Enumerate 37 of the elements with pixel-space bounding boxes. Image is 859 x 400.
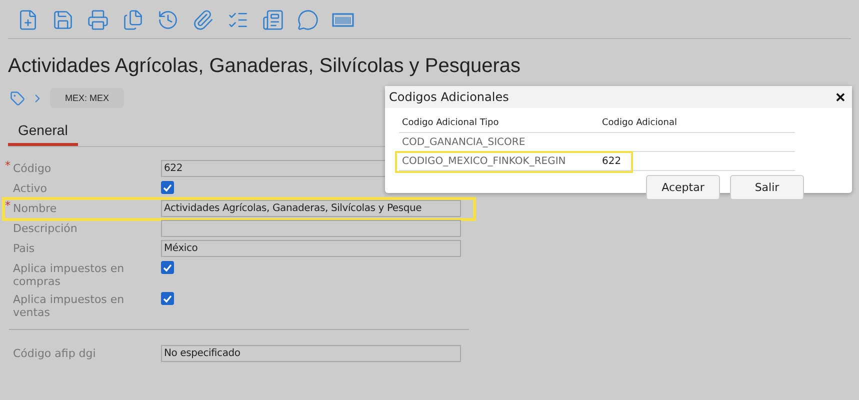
history-button[interactable] <box>156 8 180 32</box>
required-mark: * <box>5 159 10 172</box>
table-cell-text: COD_GANANCIA_SICORE <box>401 136 526 148</box>
required-mark: * <box>5 199 10 212</box>
text-field[interactable]: Actividades Agrícolas, Ganaderas, Silvícolas y Pesque <box>161 200 461 217</box>
close-button[interactable]: ✕ <box>835 90 846 104</box>
exit-button[interactable]: Salir <box>730 175 804 200</box>
print-button[interactable] <box>86 8 110 32</box>
field-label: Aplica impuestos en compras <box>12 261 126 290</box>
text-field[interactable] <box>161 220 461 237</box>
field-label: Activo <box>12 181 48 197</box>
checkbox[interactable] <box>161 181 174 194</box>
text-field[interactable]: México <box>161 240 461 257</box>
page-title: Actividades Agrícolas, Ganaderas, Silvícolas y Pesqueras <box>8 55 522 78</box>
dialog-title: Codigos Adicionales <box>389 90 509 104</box>
comment-button[interactable] <box>296 8 320 32</box>
column-header: Codigo Adicional Tipo <box>401 118 500 128</box>
save-button[interactable] <box>51 8 75 32</box>
tag-icon[interactable] <box>10 90 25 106</box>
checkbox[interactable] <box>161 261 174 274</box>
column-header: Codigo Adicional <box>601 118 678 128</box>
tab[interactable]: General <box>8 118 78 146</box>
text-field[interactable]: No especificado <box>161 345 461 362</box>
field-label: Descripción <box>12 221 78 237</box>
field-label: Aplica impuestos en ventas <box>12 292 126 321</box>
field-label: * Código <box>8 159 52 177</box>
field-label: Código afip dgi <box>12 346 97 362</box>
barcode-icon <box>332 13 354 27</box>
field-label: Pais <box>12 241 36 257</box>
copy-button[interactable] <box>121 8 145 32</box>
table-cell-text: 622 <box>601 156 622 166</box>
checkbox[interactable] <box>161 292 174 305</box>
attach-button[interactable] <box>191 8 215 32</box>
breadcrumb-chip[interactable]: MEX: MEX <box>50 88 124 108</box>
accept-button[interactable]: Aceptar <box>646 175 720 200</box>
document-button[interactable] <box>261 8 285 32</box>
field-label: * Nombre <box>8 199 58 217</box>
